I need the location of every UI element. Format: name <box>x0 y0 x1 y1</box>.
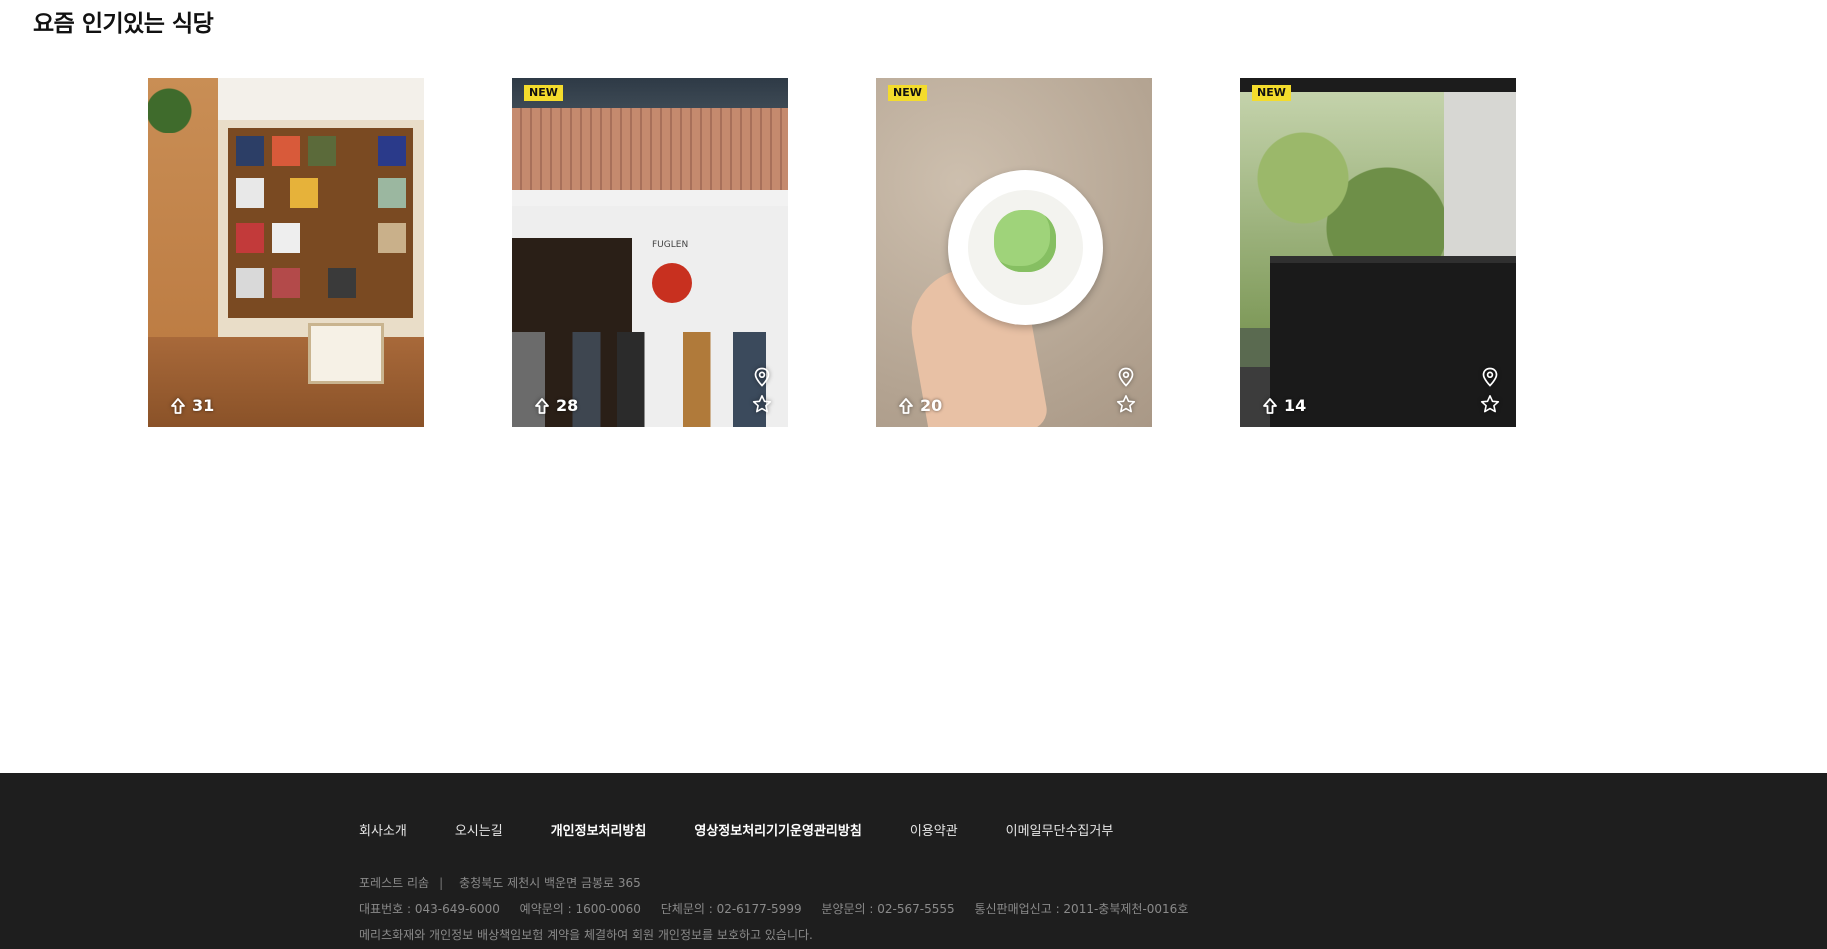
upvote-value: 14 <box>1284 396 1307 415</box>
star-icon <box>752 395 772 413</box>
location-button[interactable] <box>1478 365 1502 389</box>
new-badge: NEW <box>888 85 927 101</box>
favorite-button[interactable] <box>1114 392 1138 416</box>
restaurant-card[interactable]: FUGLEN NEW 28 <box>512 78 788 427</box>
new-badge: NEW <box>1252 85 1291 101</box>
map-pin-icon <box>1118 367 1134 387</box>
company-name: 포레스트 리솜 <box>359 876 430 890</box>
contact-group: 단체문의 : 02-6177-5999 <box>660 902 802 916</box>
favorite-button[interactable] <box>750 392 774 416</box>
arrow-up-icon <box>535 397 549 414</box>
restaurant-photo: FUGLEN <box>512 78 788 427</box>
contact-row: 대표번호 : 043-649-6000 예약문의 : 1600-0060 단체문… <box>359 896 1204 922</box>
restaurant-card[interactable]: NEW 14 <box>1240 78 1516 427</box>
new-badge: NEW <box>524 85 563 101</box>
company-address: 충청북도 제천시 백운면 금봉로 365 <box>459 876 641 890</box>
contact-sales: 분양문의 : 02-567-5555 <box>821 902 955 916</box>
star-icon <box>1116 395 1136 413</box>
upvote-value: 31 <box>192 396 215 415</box>
restaurant-photo <box>148 78 424 427</box>
map-pin-icon <box>754 367 770 387</box>
upvote-count[interactable]: 31 <box>170 396 214 415</box>
upvote-count[interactable]: 14 <box>1262 396 1306 415</box>
contact-reservation: 예약문의 : 1600-0060 <box>519 902 641 916</box>
business-registration: 통신판매업신고 : 2011-충북제천-0016호 <box>974 902 1189 916</box>
footer-info: 포레스트 리솜 | 충청북도 제천시 백운면 금봉로 365 대표번호 : 043-… <box>359 870 1204 948</box>
company-address-row: 포레스트 리솜 | 충청북도 제천시 백운면 금봉로 365 <box>359 876 641 890</box>
restaurant-photo <box>1240 78 1516 427</box>
insurance-notice: 메리츠화재와 개인정보 배상책임보험 계약을 체결하여 회원 개인정보를 보호하… <box>359 928 813 942</box>
favorite-button[interactable] <box>1478 392 1502 416</box>
footer-link-privacy[interactable]: 개인정보처리방침 <box>551 820 647 839</box>
map-pin-icon <box>1482 367 1498 387</box>
arrow-up-icon <box>899 397 913 414</box>
arrow-up-icon <box>1263 397 1277 414</box>
upvote-count[interactable]: 28 <box>534 396 578 415</box>
arrow-up-icon <box>171 397 185 414</box>
footer-link-terms[interactable]: 이용약관 <box>910 820 958 839</box>
footer-link-cctv-policy[interactable]: 영상정보처리기기운영관리방침 <box>694 820 861 839</box>
site-footer: 회사소개 오시는길 개인정보처리방침 영상정보처리기기운영관리방침 이용약관 이… <box>0 773 1827 949</box>
footer-link-directions[interactable]: 오시는길 <box>455 820 503 839</box>
location-button[interactable] <box>1114 365 1138 389</box>
footer-link-email-refusal[interactable]: 이메일무단수집거부 <box>1006 820 1114 839</box>
upvote-value: 20 <box>920 396 943 415</box>
upvote-value: 28 <box>556 396 579 415</box>
restaurant-card[interactable]: NEW 20 <box>876 78 1152 427</box>
star-icon <box>1480 395 1500 413</box>
upvote-count[interactable]: 20 <box>898 396 942 415</box>
restaurant-photo <box>876 78 1152 427</box>
location-button[interactable] <box>750 365 774 389</box>
section-title: 요즘 인기있는 식당 <box>33 11 214 37</box>
shop-sign: FUGLEN <box>652 240 689 250</box>
restaurant-card[interactable]: 31 <box>148 78 424 427</box>
footer-nav: 회사소개 오시는길 개인정보처리방침 영상정보처리기기운영관리방침 이용약관 이… <box>359 820 1161 839</box>
footer-link-about[interactable]: 회사소개 <box>359 820 407 839</box>
contact-main: 대표번호 : 043-649-6000 <box>359 902 500 916</box>
